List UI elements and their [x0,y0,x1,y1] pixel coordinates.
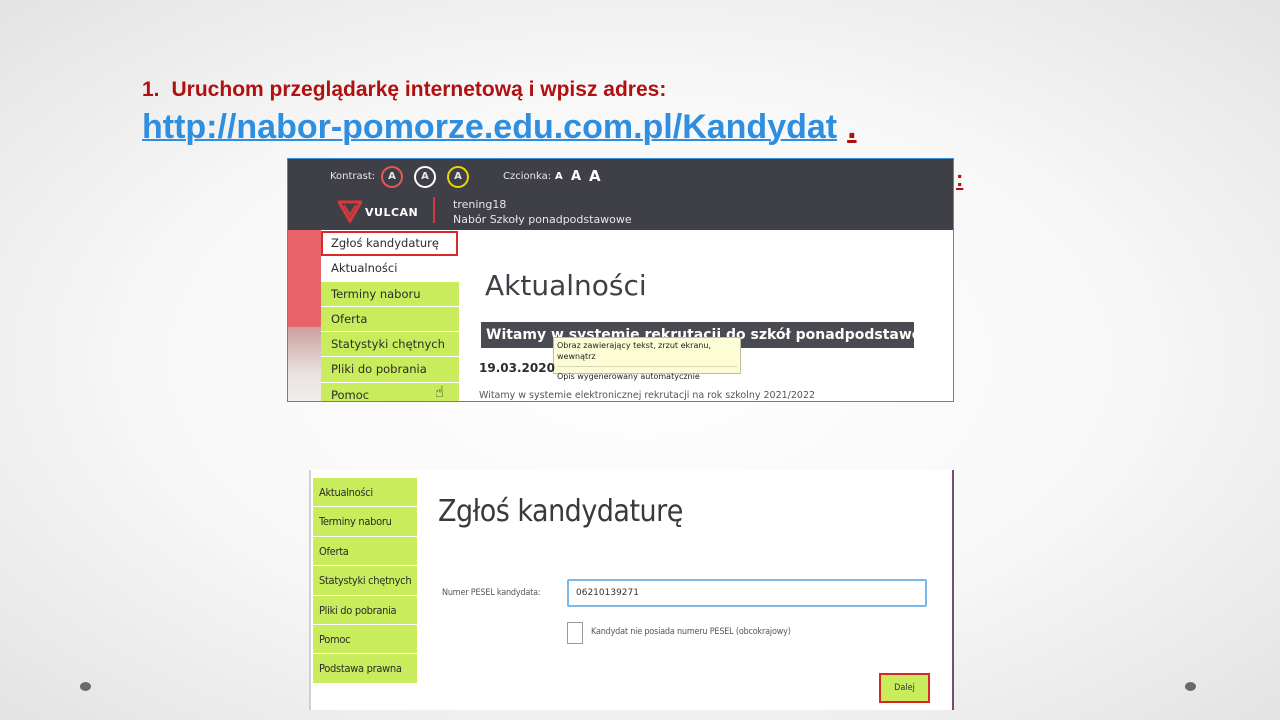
menu-item-aktualnosci[interactable]: Aktualności [321,256,459,282]
tenant-name: trening18 [453,198,507,211]
site-header: Kontrast: A A A Czcionka: A A A VULCAN t… [288,159,953,230]
menu-item-terminy-naboru[interactable]: Terminy naboru [321,281,459,307]
header-divider [433,197,435,223]
screenshot-aktualnosci: Kontrast: A A A Czcionka: A A A VULCAN t… [287,158,954,402]
pesel-input[interactable] [567,579,927,607]
slide-nav-next-dot[interactable] [1185,682,1196,691]
url-trailing-dot: . [847,108,857,146]
menu-item-oferta[interactable]: Oferta [321,306,459,333]
contrast-option-bw[interactable]: A [414,166,436,188]
candidate-url-link[interactable]: http://nabor-pomorze.edu.com.pl/Kandydat [142,108,837,146]
instruction-heading: 1. Uruchom przeglądarkę internetową i wpi… [142,78,666,102]
news-text: Witamy w systemie elektronicznej rekruta… [479,390,816,401]
contrast-label: Kontrast: [330,171,376,182]
tenant-info: trening18 Nabór Szkoły ponadpodstawowe [453,197,632,227]
font-size-label: Czcionka: [503,171,552,182]
next-button[interactable]: Dalej [879,673,930,703]
news-date: 19.03.2020 [479,361,555,375]
vulcan-logo-icon [338,200,362,223]
menu2-item-podstawa-prawna[interactable]: Podstawa prawna [313,654,417,684]
side-photo [288,327,321,401]
slide-nav-prev-dot[interactable] [80,682,91,691]
hand-cursor-icon: ☝ [435,383,445,401]
tooltip-line-2: Opis wygenerowany automatycznie [557,372,700,381]
menu-item-zglos-kandydature[interactable]: Zgłoś kandydaturę [321,231,458,257]
vulcan-logo-text: VULCAN [365,206,419,219]
page-title: Aktualności [485,269,647,302]
font-size-medium[interactable]: A [571,169,581,184]
menu2-item-terminy-naboru[interactable]: Terminy naboru [313,507,417,537]
menu2-item-pliki[interactable]: Pliki do pobrania [313,595,417,625]
side-decoration [288,230,321,327]
step-number: 1. [142,78,160,101]
tenant-subtitle: Nabór Szkoły ponadpodstawowe [453,213,632,226]
font-size-small[interactable]: A [555,171,563,182]
menu2-item-oferta[interactable]: Oferta [313,536,417,567]
menu-item-pliki[interactable]: Pliki do pobrania [321,357,459,383]
tooltip-line-1: Obraz zawierający tekst, zrzut ekranu, w… [557,341,712,361]
pesel-label: Numer PESEL kandydata: [442,588,541,598]
sidebar-menu-2: Aktualności Terminy naboru Oferta Statys… [313,478,417,684]
screenshot-zglos-kandydature: Aktualności Terminy naboru Oferta Statys… [309,470,954,710]
menu-item-statystyki[interactable]: Statystyki chętnych [321,332,459,358]
font-size-large[interactable]: A [589,167,601,185]
step-text: Uruchom przeglądarkę internetową i wpisz… [171,78,667,101]
menu2-item-pomoc[interactable]: Pomoc [313,624,417,655]
menu2-item-aktualnosci[interactable]: Aktualności [313,478,417,508]
alt-text-tooltip: Obraz zawierający tekst, zrzut ekranu, w… [553,337,741,381]
menu2-item-statystyki[interactable]: Statystyki chętnych [313,566,417,596]
sidebar-menu: Zgłoś kandydaturę Aktualności Terminy na… [321,230,459,401]
contrast-option-yellow[interactable]: A [447,166,469,188]
contrast-option-default[interactable]: A [381,166,403,188]
url-line: http://nabor-pomorze.edu.com.pl/Kandydat… [142,108,857,147]
no-pesel-checkbox[interactable] [567,622,583,644]
form-title: Zgłoś kandydaturę [438,494,683,529]
tooltip-separator [557,366,737,367]
stray-colon: : [956,166,964,191]
no-pesel-label: Kandydat nie posiada numeru PESEL (obcok… [591,627,791,637]
